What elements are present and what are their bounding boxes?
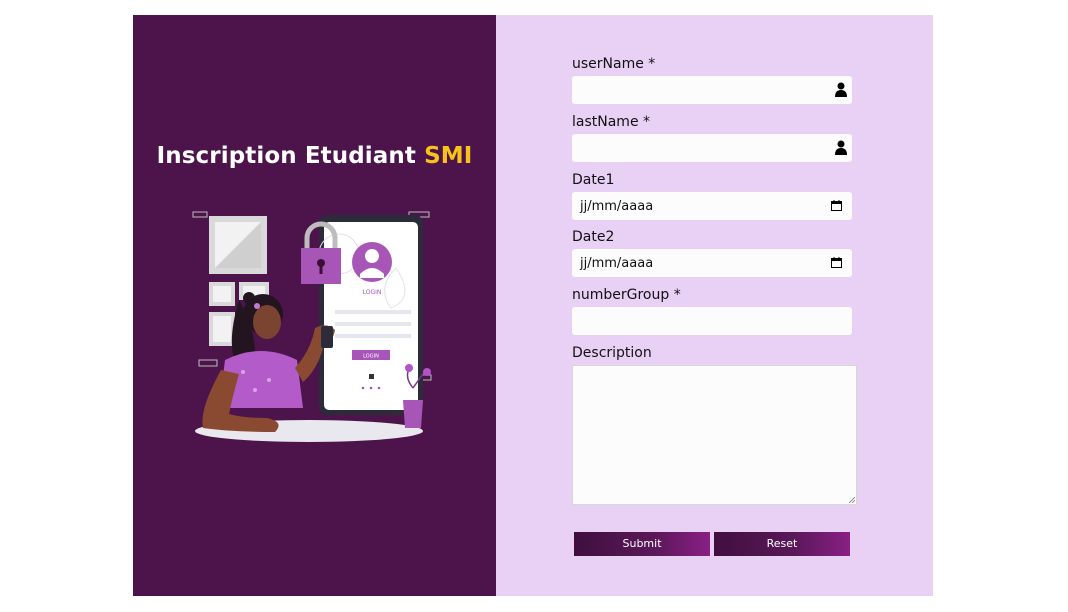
username-label: userName *	[572, 56, 656, 72]
page-title: Inscription Etudiant SMI	[133, 143, 496, 169]
description-label: Description	[572, 345, 652, 361]
user-icon	[835, 82, 847, 97]
title-main: Inscription Etudiant	[156, 143, 416, 169]
svg-text:LOGIN: LOGIN	[363, 354, 379, 360]
date1-label: Date1	[572, 172, 615, 188]
date1-placeholder: jj/mm/aaaa	[580, 199, 654, 214]
login-illustration: LOGIN LOGIN	[192, 211, 432, 442]
calendar-icon[interactable]	[831, 200, 842, 211]
description-textarea[interactable]	[572, 365, 857, 505]
left-panel: Inscription Etudiant SMI LOGIN LOGIN	[133, 15, 496, 596]
date2-placeholder: jj/mm/aaaa	[580, 256, 654, 271]
date1-field[interactable]: jj/mm/aaaa	[572, 192, 852, 220]
date2-field[interactable]: jj/mm/aaaa	[572, 249, 852, 277]
username-field[interactable]	[572, 76, 852, 104]
lastname-label: lastName *	[572, 114, 651, 130]
svg-text:LOGIN: LOGIN	[363, 289, 382, 296]
submit-button[interactable]: Submit	[574, 532, 710, 556]
registration-card: Inscription Etudiant SMI LOGIN LOGIN use…	[133, 15, 933, 596]
title-accent: SMI	[424, 143, 473, 169]
calendar-icon[interactable]	[831, 257, 842, 268]
date2-label: Date2	[572, 229, 615, 245]
number-group-field[interactable]	[572, 307, 852, 335]
user-icon	[835, 140, 847, 155]
reset-button[interactable]: Reset	[714, 532, 850, 556]
lastname-field[interactable]	[572, 134, 852, 162]
number-group-label: numberGroup *	[572, 287, 681, 303]
resize-grip-icon[interactable]	[848, 496, 855, 503]
form-panel: userName * lastName * Date1 jj/mm/aaaa D…	[496, 15, 933, 596]
